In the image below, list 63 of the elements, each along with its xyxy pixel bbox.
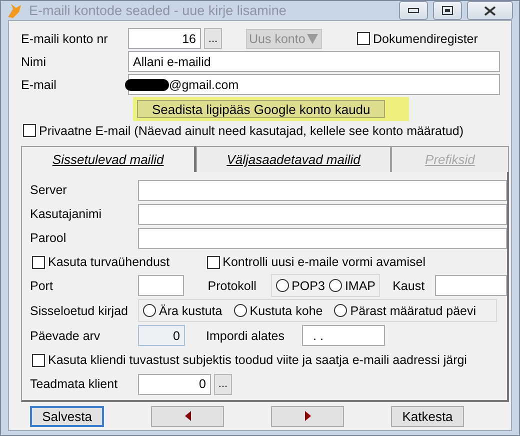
minimize-icon: [408, 8, 419, 14]
checkbox[interactable]: [23, 124, 36, 137]
radio-button[interactable]: [234, 304, 247, 317]
checkbox-label: Kasuta kliendi tuvastust subjektis toodud viite ja saatja e-maili aadressi järgi: [48, 353, 467, 367]
port-field[interactable]: [138, 275, 184, 296]
field-label: Parool: [30, 231, 68, 245]
option-label: Pärast määratud päevi: [350, 304, 476, 318]
option-label: Kustuta kohe: [250, 304, 323, 318]
checkbox[interactable]: [32, 256, 45, 268]
next-button[interactable]: [271, 406, 344, 426]
tab[interactable]: Väljasaadetavad mailid: [196, 146, 391, 172]
action-button[interactable]: Salvesta: [30, 406, 104, 426]
field-label: Protokoll: [208, 278, 258, 292]
checkbox-label: Kontrolli uusi e-maile vormi avamisel: [222, 255, 426, 269]
checkbox-label: Dokumendiregister: [373, 32, 478, 46]
field-label: Kaust: [392, 278, 426, 292]
minimize-button[interactable]: [399, 1, 428, 20]
field-label: Server: [30, 183, 68, 197]
option-label: POP3: [292, 278, 325, 292]
radio-button[interactable]: [334, 304, 348, 317]
client-field[interactable]: 0: [138, 374, 211, 394]
field-label: E-mail: [21, 78, 58, 92]
name-field[interactable]: Allani e-mailid: [128, 51, 500, 72]
checkbox-label: Privaatne E-mail (Näevad ainult need kasutajad, kellele see konto määratud): [39, 124, 464, 138]
caret-icon: [307, 32, 318, 44]
field-label: Impordi alates: [206, 328, 286, 342]
text-field[interactable]: [138, 204, 507, 224]
right-arrow-icon: [304, 411, 310, 421]
browse-button[interactable]: ...: [214, 374, 232, 394]
field-label: E-maili konto nr: [21, 32, 109, 46]
radio-button[interactable]: [143, 304, 156, 317]
close-button[interactable]: [467, 1, 513, 20]
folder-field[interactable]: [435, 275, 507, 296]
google-access-button[interactable]: Seadista ligipääs Google konto kaudu: [137, 100, 386, 118]
fox-icon: [7, 2, 23, 18]
email-field[interactable]: @gmail.com: [128, 74, 500, 95]
text-field[interactable]: [138, 180, 507, 200]
text-field[interactable]: [138, 228, 507, 248]
checkbox[interactable]: [357, 32, 370, 45]
field-label: Teadmata klient: [30, 377, 119, 391]
field-label: Päevade arv: [30, 328, 102, 342]
radio-button[interactable]: [276, 279, 289, 292]
window-title: E-maili kontode seaded - uue kirje lisamine: [29, 3, 288, 18]
account-number-field[interactable]: 16: [128, 28, 201, 49]
option-label: IMAP: [344, 278, 376, 292]
browse-button[interactable]: ...: [204, 28, 222, 49]
date-field[interactable]: . .: [302, 325, 385, 346]
left-arrow-icon: [184, 411, 190, 421]
tab[interactable]: Sissetulevad mailid: [21, 146, 196, 172]
field-label: Sisseloetud kirjad: [30, 304, 129, 318]
option-label: Ära kustuta: [159, 304, 222, 318]
maximize-button[interactable]: [433, 1, 462, 20]
checkbox[interactable]: [32, 354, 45, 366]
radio-button[interactable]: [328, 279, 342, 292]
field-label: Kasutajanimi: [30, 207, 103, 221]
previous-button[interactable]: [151, 406, 224, 426]
checkbox[interactable]: [206, 256, 220, 268]
checkbox-label: Kasuta turvaühendust: [48, 255, 170, 269]
close-icon: [484, 6, 496, 16]
field-label: Nimi: [21, 54, 47, 68]
maximize-icon: [442, 6, 453, 15]
action-button[interactable]: Katkesta: [391, 406, 464, 426]
field-label: Port: [30, 278, 54, 292]
